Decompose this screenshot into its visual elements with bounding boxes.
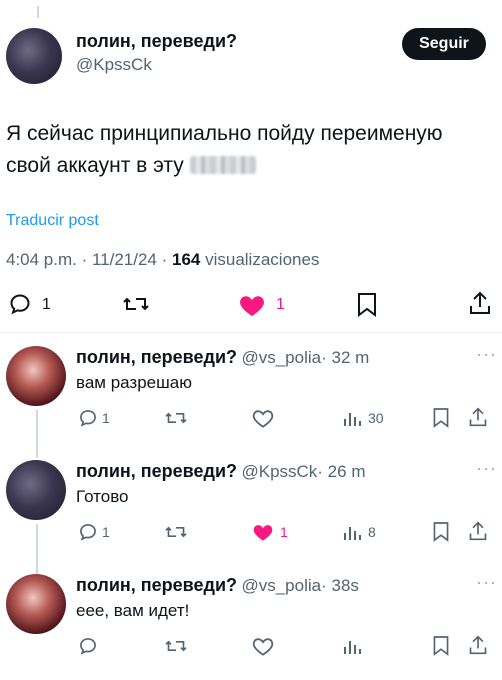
tweet-timestamp[interactable]: 4:04 p.m. · 11/21/24 · bbox=[6, 250, 172, 269]
share-button[interactable] bbox=[468, 406, 488, 428]
views-button[interactable] bbox=[342, 522, 362, 542]
views-count: 30 bbox=[368, 410, 384, 426]
more-icon[interactable]: ··· bbox=[476, 458, 497, 479]
avatar[interactable] bbox=[6, 574, 66, 634]
reply-author-name[interactable]: полин, переведи? bbox=[76, 575, 237, 595]
views-icon bbox=[344, 641, 361, 654]
avatar[interactable] bbox=[6, 460, 66, 520]
share-icon bbox=[470, 291, 490, 314]
reply-author-name[interactable]: полин, переведи? bbox=[76, 347, 237, 367]
avatar[interactable] bbox=[6, 346, 66, 406]
reply-text: вам разрешаю bbox=[76, 373, 192, 392]
views-label: visualizaciones bbox=[200, 250, 320, 269]
tweet-text: Я сейчас принципиально пойду переименую … bbox=[6, 118, 443, 182]
divider bbox=[0, 332, 502, 333]
heart-icon bbox=[252, 410, 274, 428]
more-icon[interactable]: ··· bbox=[476, 572, 497, 593]
reply-text: Готово bbox=[76, 487, 129, 506]
heart-icon bbox=[252, 638, 274, 656]
share-icon bbox=[469, 635, 487, 655]
thread-line bbox=[36, 524, 38, 574]
bookmark-button[interactable] bbox=[432, 521, 450, 543]
share-button[interactable] bbox=[468, 290, 492, 316]
reply-time[interactable]: · 26 m bbox=[317, 462, 365, 481]
reply-author-name[interactable]: полин, переведи? bbox=[76, 461, 237, 481]
like-button[interactable] bbox=[252, 522, 274, 542]
reply-count: 1 bbox=[42, 296, 51, 313]
retweet-button[interactable] bbox=[164, 636, 188, 656]
avatar[interactable] bbox=[6, 28, 62, 84]
reply-header: полин, переведи? @KpssCk· 26 m bbox=[76, 461, 365, 482]
bookmark-icon bbox=[433, 522, 449, 542]
bookmark-button[interactable] bbox=[356, 292, 378, 318]
retweet-button[interactable] bbox=[164, 408, 188, 428]
reply-time[interactable]: · 38s bbox=[321, 576, 359, 595]
reply-icon bbox=[80, 524, 96, 541]
like-button[interactable] bbox=[238, 292, 266, 318]
bookmark-icon bbox=[433, 636, 449, 656]
reply-author-handle[interactable]: @vs_polia bbox=[241, 348, 321, 367]
retweet-icon bbox=[165, 412, 187, 424]
heart-icon bbox=[253, 525, 273, 541]
heart-icon bbox=[240, 296, 264, 317]
more-icon[interactable]: ··· bbox=[476, 344, 497, 365]
reply-count: 1 bbox=[102, 524, 110, 540]
author-handle[interactable]: @KpssCk bbox=[76, 55, 152, 75]
retweet-icon bbox=[123, 297, 149, 311]
reply-header: полин, переведи? @vs_polia· 38s bbox=[76, 575, 359, 596]
bookmark-button[interactable] bbox=[432, 635, 450, 657]
reply-author-handle[interactable]: @KpssCk bbox=[241, 462, 317, 481]
bookmark-icon bbox=[358, 293, 376, 317]
tweet-meta: 4:04 p.m. · 11/21/24 · 164 visualizacion… bbox=[6, 250, 319, 270]
retweet-button[interactable] bbox=[122, 292, 150, 316]
reply-count: 1 bbox=[102, 410, 110, 426]
reply-button[interactable] bbox=[78, 522, 98, 542]
share-button[interactable] bbox=[468, 520, 488, 542]
reply-header: полин, переведи? @vs_polia· 32 m bbox=[76, 347, 369, 368]
tweet-text-line: свой аккаунт в эту bbox=[6, 150, 443, 182]
retweet-button[interactable] bbox=[164, 522, 188, 542]
reply-icon bbox=[80, 638, 96, 655]
share-icon bbox=[469, 407, 487, 427]
status-mark bbox=[37, 6, 39, 18]
author-name[interactable]: полин, переведи? bbox=[76, 31, 237, 52]
reply-text: еее, вам идет! bbox=[76, 601, 190, 620]
reply-icon bbox=[10, 294, 30, 315]
reply-time[interactable]: · 32 m bbox=[321, 348, 369, 367]
views-button[interactable] bbox=[342, 408, 362, 428]
tweet-text-line: Я сейчас принципиально пойду переименую bbox=[6, 122, 443, 145]
censored-word bbox=[189, 156, 256, 174]
views-count: 164 bbox=[172, 250, 201, 269]
bookmark-icon bbox=[433, 408, 449, 428]
reply-icon bbox=[80, 410, 96, 427]
reply-button[interactable] bbox=[8, 292, 32, 316]
thread-line bbox=[36, 410, 38, 458]
like-count: 1 bbox=[276, 296, 285, 313]
reply-author-handle[interactable]: @vs_polia bbox=[241, 576, 321, 595]
reply-button[interactable] bbox=[78, 408, 98, 428]
bookmark-button[interactable] bbox=[432, 407, 450, 429]
reply-button[interactable] bbox=[78, 636, 98, 656]
views-button[interactable] bbox=[342, 636, 362, 656]
retweet-icon bbox=[165, 526, 187, 538]
follow-button[interactable]: Seguir bbox=[402, 28, 486, 60]
views-icon bbox=[344, 527, 361, 540]
translate-link[interactable]: Traducir post bbox=[6, 212, 99, 230]
share-icon bbox=[469, 521, 487, 541]
views-count: 8 bbox=[368, 524, 376, 540]
like-button[interactable] bbox=[252, 636, 274, 656]
retweet-icon bbox=[165, 640, 187, 652]
views-icon bbox=[344, 413, 361, 426]
share-button[interactable] bbox=[468, 634, 488, 656]
like-button[interactable] bbox=[252, 408, 274, 428]
like-count: 1 bbox=[280, 524, 288, 540]
